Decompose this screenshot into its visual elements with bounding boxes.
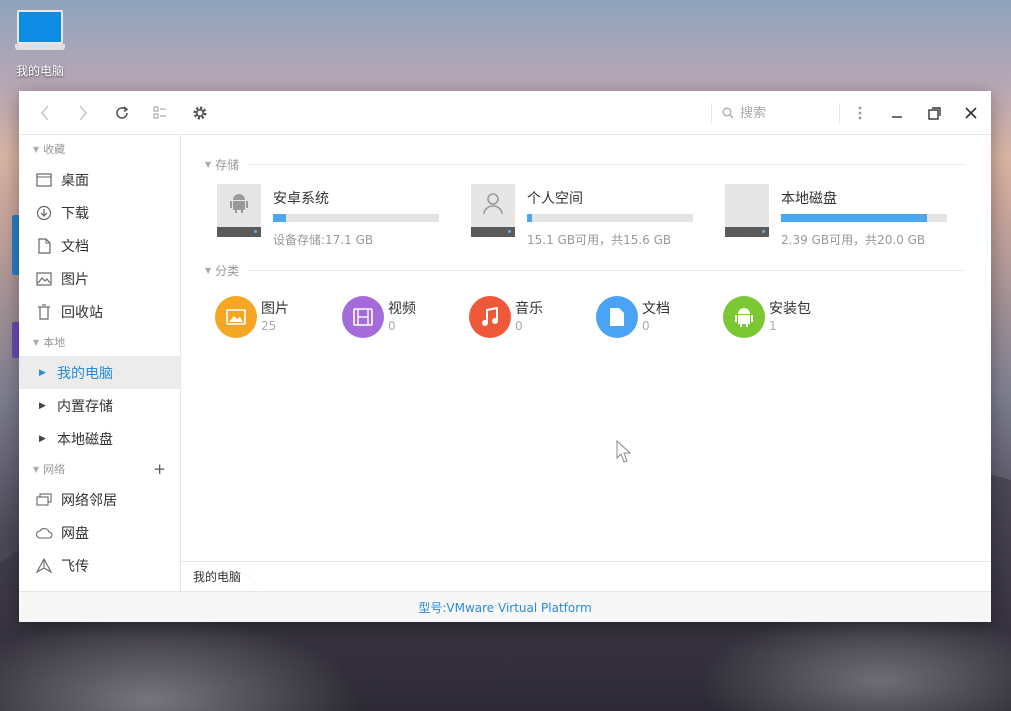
storage-info: 15.1 GB可用，共15.6 GB (527, 233, 672, 247)
storage-usage-bar (781, 214, 947, 222)
storage-info: 设备存储:17.1 GB (273, 233, 374, 247)
sidebar: ▼ 收藏 桌面 下载 文档 图片 回收站 ▼ 本地 ▶ 我的电脑 ▶ 内置存储 … (19, 135, 181, 591)
more-button[interactable] (848, 101, 872, 125)
cloud-icon (35, 524, 53, 542)
storage-usage-bar (273, 214, 439, 222)
section-header-favorites[interactable]: ▼ 收藏 (19, 135, 180, 163)
fly-transfer-icon (35, 557, 53, 575)
download-icon (35, 204, 53, 222)
maximize-icon (927, 106, 941, 120)
close-button[interactable] (959, 101, 983, 125)
storage-info: 2.39 GB可用，共20.0 GB (781, 233, 926, 247)
sidebar-item-local-disk[interactable]: ▶ 本地磁盘 (19, 422, 180, 455)
document-icon (596, 296, 638, 338)
view-mode-icon (153, 106, 166, 119)
image-icon (215, 296, 257, 338)
trash-icon (35, 303, 53, 321)
collapse-triangle-icon: ▼ (33, 144, 40, 154)
section-header-network[interactable]: ▼ 网络 + (19, 455, 180, 483)
refresh-button[interactable] (110, 101, 134, 125)
sidebar-item-pictures[interactable]: 图片 (19, 262, 180, 295)
storage-name: 安卓系统 (273, 191, 329, 207)
breadcrumb-item[interactable]: 我的电脑 (181, 562, 262, 592)
video-icon (342, 296, 384, 338)
breadcrumb: 我的电脑 (181, 561, 991, 592)
drive-icon (217, 184, 261, 237)
collapse-triangle-icon: ▼ (33, 464, 40, 474)
category-pictures[interactable]: 图片 25 (215, 296, 335, 340)
desktop-icon (35, 171, 53, 189)
category-music[interactable]: 音乐 0 (469, 296, 589, 340)
category-videos[interactable]: 视频 0 (342, 296, 462, 340)
category-packages[interactable]: 安装包 1 (723, 296, 843, 340)
section-header-local[interactable]: ▼ 本地 (19, 328, 180, 356)
storage-name: 本地磁盘 (781, 191, 837, 207)
more-icon (858, 106, 862, 120)
collapse-triangle-icon: ▼ (205, 265, 212, 275)
collapse-triangle-icon: ▼ (33, 337, 40, 347)
network-neighbor-icon (35, 491, 53, 509)
sidebar-item-fly-transfer[interactable]: 飞传 (19, 549, 180, 582)
settings-button[interactable] (188, 101, 212, 125)
minimize-icon (892, 116, 902, 118)
search-icon (722, 107, 734, 119)
desktop-my-computer[interactable]: 我的电脑 (10, 10, 70, 79)
storage-item-local-disk[interactable]: 本地磁盘 2.39 GB可用，共20.0 GB (725, 184, 955, 247)
search-input[interactable] (740, 105, 830, 121)
main-panel: ▼ 存储 安卓系统 设备存储:17.1 GB 个人空间 15.1 GB可用，共1… (181, 135, 991, 592)
file-manager-window: ▼ 收藏 桌面 下载 文档 图片 回收站 (19, 91, 991, 622)
forward-icon (79, 105, 88, 121)
mouse-cursor-icon (616, 440, 632, 463)
content-area: ▼ 存储 安卓系统 设备存储:17.1 GB 个人空间 15.1 GB可用，共1… (181, 135, 991, 561)
settings-icon (193, 106, 207, 120)
sidebar-item-download[interactable]: 下载 (19, 196, 180, 229)
toolbar (19, 91, 991, 135)
sidebar-item-network-neighbor[interactable]: 网络邻居 (19, 483, 180, 516)
minimize-button[interactable] (885, 101, 909, 125)
sidebar-item-desktop[interactable]: 桌面 (19, 163, 180, 196)
music-icon (469, 296, 511, 338)
expand-arrow-icon: ▶ (39, 367, 46, 378)
category-group-header[interactable]: ▼ 分类 (205, 262, 965, 278)
collapse-triangle-icon: ▼ (205, 159, 212, 169)
storage-item-personal-space[interactable]: 个人空间 15.1 GB可用，共15.6 GB (471, 184, 701, 247)
storage-item-android[interactable]: 安卓系统 设备存储:17.1 GB (217, 184, 447, 247)
sidebar-item-my-computer[interactable]: ▶ 我的电脑 (19, 356, 180, 389)
disk-icon (725, 184, 769, 237)
maximize-button[interactable] (922, 101, 946, 125)
back-icon (40, 105, 49, 121)
storage-group-header[interactable]: ▼ 存储 (205, 156, 965, 172)
forward-button[interactable] (71, 101, 95, 125)
add-network-button[interactable]: + (153, 460, 166, 478)
image-icon (35, 270, 53, 288)
sidebar-item-cloud[interactable]: 网盘 (19, 516, 180, 549)
computer-icon (17, 10, 63, 44)
sidebar-item-internal-storage[interactable]: ▶ 内置存储 (19, 389, 180, 422)
view-mode-button[interactable] (148, 101, 172, 125)
refresh-icon (116, 106, 129, 119)
status-bar: 型号:VMware Virtual Platform (19, 591, 991, 622)
storage-name: 个人空间 (527, 191, 583, 207)
expand-arrow-icon: ▶ (39, 433, 46, 444)
sidebar-item-trash[interactable]: 回收站 (19, 295, 180, 328)
close-icon (965, 107, 977, 119)
person-icon (471, 192, 515, 220)
drive-icon (471, 184, 515, 237)
sidebar-item-documents[interactable]: 文档 (19, 229, 180, 262)
document-icon (35, 237, 53, 255)
expand-arrow-icon: ▶ (39, 400, 46, 411)
desktop-icon-label: 我的电脑 (15, 64, 64, 78)
search-box[interactable] (711, 103, 839, 123)
storage-usage-bar (527, 214, 693, 222)
back-button[interactable] (33, 101, 57, 125)
android-icon (723, 296, 765, 338)
category-documents[interactable]: 文档 0 (596, 296, 716, 340)
android-icon (217, 192, 261, 218)
